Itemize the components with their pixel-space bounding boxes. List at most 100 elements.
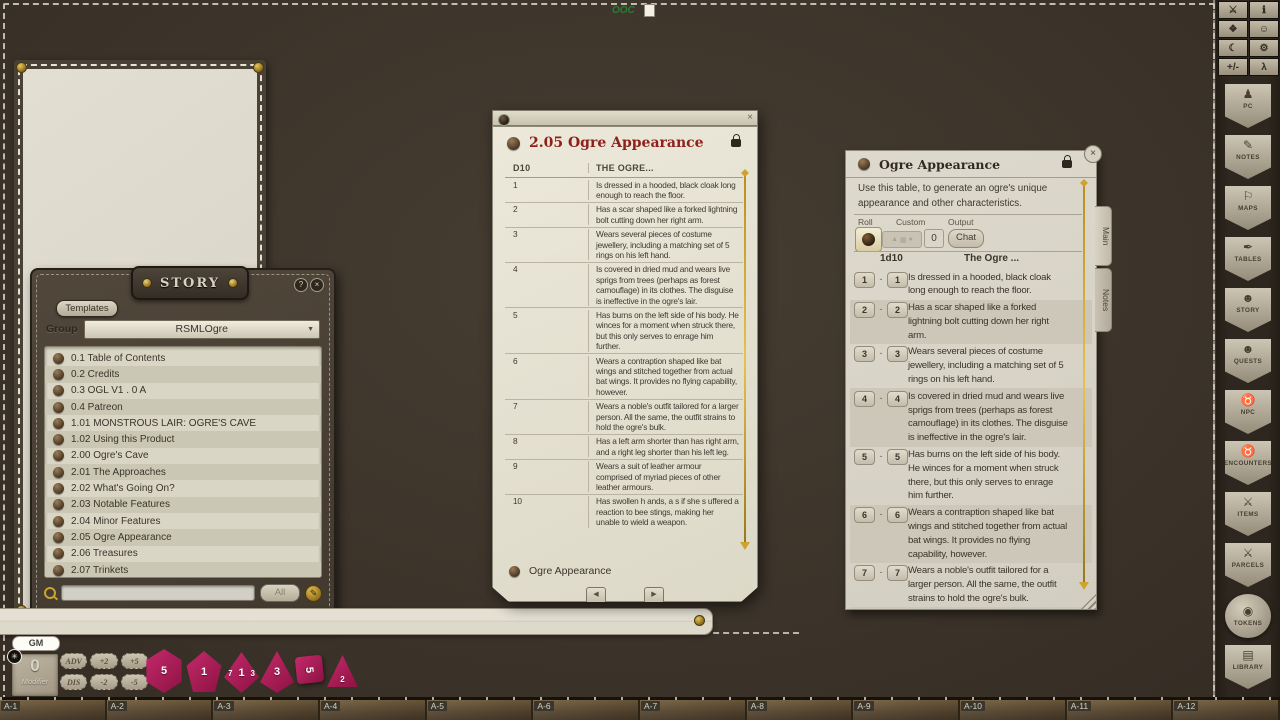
coordinate-cell: A-3 xyxy=(213,700,320,720)
range-to-field[interactable]: 6 xyxy=(887,507,908,523)
range-from-field[interactable]: 1 xyxy=(854,272,875,288)
scroll-ornament[interactable] xyxy=(744,173,746,547)
list-item[interactable]: 2.05 Ogre Appearance xyxy=(45,529,321,545)
result-text: Wears several pieces of costume jeweller… xyxy=(908,345,1092,386)
d4-die[interactable]: 2 xyxy=(327,655,358,687)
range-from-field[interactable]: 5 xyxy=(854,449,875,465)
output-label: Output xyxy=(948,217,974,227)
group-dropdown[interactable]: RSMLOgre ▼ xyxy=(84,320,321,339)
output-chat-button[interactable]: Chat xyxy=(948,229,984,248)
utility-button[interactable]: +/- xyxy=(1218,58,1248,76)
sidebar-item-notes[interactable]: ✎ NOTES xyxy=(1225,135,1271,179)
coordinate-label: A-3 xyxy=(214,701,233,711)
sidebar-item-items[interactable]: ⚔ ITEMS xyxy=(1225,492,1271,536)
d12-die[interactable]: 1 xyxy=(185,651,223,692)
window-drag-bar[interactable]: × xyxy=(492,110,758,126)
range-to-field[interactable]: 2 xyxy=(887,302,908,318)
custom-modifier-field[interactable]: 0 xyxy=(924,229,944,248)
close-button[interactable]: × xyxy=(1084,145,1102,163)
next-page-button[interactable]: ▶ xyxy=(644,587,664,604)
modifier-box[interactable]: ✳ 0 Modifier xyxy=(12,654,58,696)
help-button[interactable]: ? xyxy=(294,278,308,292)
custom-dice-group[interactable]: ▲ ▦ ● xyxy=(882,231,922,248)
lock-icon[interactable] xyxy=(731,139,741,147)
utility-button[interactable]: ⚙ xyxy=(1249,39,1279,57)
list-item[interactable]: 2.02 What's Going On? xyxy=(45,480,321,496)
range-to-field[interactable]: 4 xyxy=(887,391,908,407)
chat-entry-bar[interactable] xyxy=(0,608,713,635)
gm-speaker-tab[interactable]: GM xyxy=(12,636,60,651)
list-item[interactable]: 2.04 Minor Features xyxy=(45,513,321,529)
roll-dice-button[interactable] xyxy=(855,227,882,252)
plus-minus-icon: +/- xyxy=(1227,62,1239,73)
entry-bullet-icon xyxy=(53,483,64,494)
sidebar-item-parcels[interactable]: ⚔ PARCELS xyxy=(1225,543,1271,587)
sidebar-item-npc[interactable]: ♉ NPC xyxy=(1225,390,1271,434)
range-from-field[interactable]: 4 xyxy=(854,391,875,407)
list-item[interactable]: 0.1 Table of Contents xyxy=(45,350,321,366)
story-link-icon[interactable] xyxy=(507,137,520,150)
filter-all-button[interactable]: All xyxy=(260,584,300,602)
list-item[interactable]: 2.07 Trinkets xyxy=(45,562,321,578)
utility-button[interactable]: ❖ xyxy=(1218,20,1248,38)
modifier-button[interactable]: -2 xyxy=(90,674,117,690)
modifier-button[interactable]: +2 xyxy=(90,653,117,669)
table-row: 4 Is covered in dried mud and wears live… xyxy=(505,263,743,309)
d20-die[interactable]: 5 xyxy=(144,649,184,693)
d8-die[interactable]: 3 xyxy=(260,651,294,693)
close-icon[interactable]: × xyxy=(747,112,753,123)
sidebar-item-tokens[interactable]: ◉ TOKENS xyxy=(1225,594,1271,638)
utility-button[interactable]: ℹ xyxy=(1249,1,1279,19)
parchment-page: 2.05 Ogre Appearance D10 THE OGRE... 1 I… xyxy=(492,126,758,602)
utility-button[interactable]: ☺ xyxy=(1249,20,1279,38)
linked-table-entry[interactable]: Ogre Appearance xyxy=(509,565,611,577)
list-item[interactable]: 0.4 Patreon xyxy=(45,399,321,415)
range-to-field[interactable]: 7 xyxy=(887,565,908,581)
range-dash: - xyxy=(875,345,887,361)
range-to-field[interactable]: 5 xyxy=(887,449,908,465)
range-from-field[interactable]: 7 xyxy=(854,565,875,581)
range-from-field[interactable]: 6 xyxy=(854,507,875,523)
sidebar-item-pc[interactable]: ♟ PC xyxy=(1225,84,1271,128)
range-to-field[interactable]: 3 xyxy=(887,346,908,362)
sidebar-item-maps[interactable]: ⚐ MAPS xyxy=(1225,186,1271,230)
range-to-field[interactable]: 1 xyxy=(887,272,908,288)
modifier-button[interactable]: DIS xyxy=(60,674,87,690)
templates-button[interactable]: Templates xyxy=(56,300,118,317)
list-item[interactable]: 2.03 Notable Features xyxy=(45,497,321,513)
search-input[interactable] xyxy=(61,585,255,601)
sidebar-item-tables[interactable]: ✒ TABLES xyxy=(1225,237,1271,281)
entry-bullet-icon xyxy=(53,353,64,364)
list-item[interactable]: 2.06 Treasures xyxy=(45,546,321,562)
lock-icon[interactable] xyxy=(1062,160,1072,168)
utility-button[interactable]: λ xyxy=(1249,58,1279,76)
sidebar-item-encounters[interactable]: ♉ ENCOUNTERS xyxy=(1225,441,1271,485)
sidebar-item-quests[interactable]: ☻ QUESTS xyxy=(1225,339,1271,383)
modifier-button[interactable]: ADV xyxy=(60,653,87,669)
list-item[interactable]: 1.02 Using this Product xyxy=(45,431,321,447)
d10-die[interactable]: 7 1 3 xyxy=(224,652,259,693)
banner-icon: ⚔ xyxy=(1243,496,1254,509)
banner-label: ITEMS xyxy=(1237,511,1258,518)
utility-button[interactable]: ⚔ xyxy=(1218,1,1248,19)
window-title-bar[interactable]: Ogre Appearance xyxy=(846,151,1096,178)
close-button[interactable]: × xyxy=(310,278,324,292)
story-title-plaque[interactable]: STORY xyxy=(131,266,249,300)
scroll-ornament[interactable] xyxy=(1083,183,1085,587)
group-row: Group RSMLOgre ▼ xyxy=(46,320,320,338)
list-item[interactable]: 0.2 Credits xyxy=(45,366,321,382)
list-item[interactable]: 2.00 Ogre's Cave xyxy=(45,448,321,464)
range-from-field[interactable]: 2 xyxy=(854,302,875,318)
edit-pencil-button[interactable]: ✎ xyxy=(305,585,322,602)
d6-die[interactable]: 5 xyxy=(295,655,325,685)
range-from-field[interactable]: 3 xyxy=(854,346,875,362)
list-item[interactable]: 1.01 MONSTROUS LAIR: OGRE'S CAVE xyxy=(45,415,321,431)
sidebar-item-story[interactable]: ☻ STORY xyxy=(1225,288,1271,332)
sidebar-item-library[interactable]: ▤ LIBRARY xyxy=(1225,645,1271,689)
tab-notes[interactable]: Notes xyxy=(1095,268,1112,332)
list-item[interactable]: 2.01 The Approaches xyxy=(45,464,321,480)
list-item[interactable]: 0.3 OGL V1 . 0 A xyxy=(45,383,321,399)
tab-main[interactable]: Main xyxy=(1095,206,1112,266)
utility-button[interactable]: ☾ xyxy=(1218,39,1248,57)
prev-page-button[interactable]: ◀ xyxy=(586,587,606,604)
